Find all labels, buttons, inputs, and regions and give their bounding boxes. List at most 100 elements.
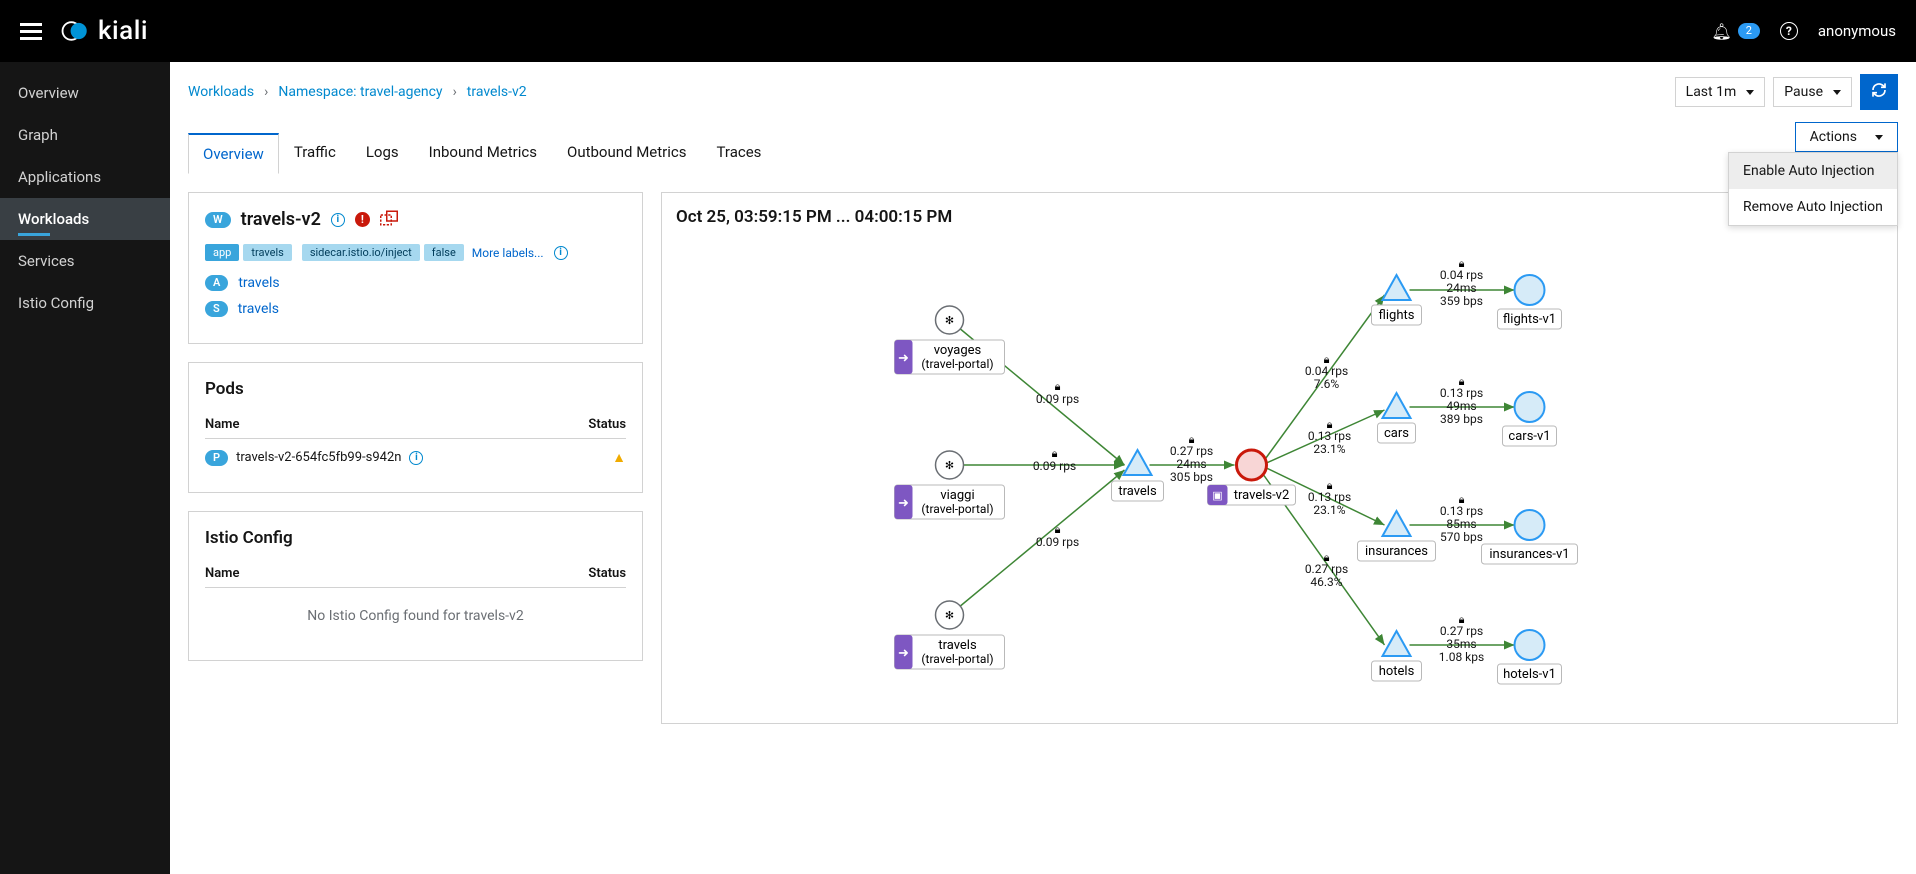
label-key: app (205, 244, 239, 261)
svg-text:(travel-portal): (travel-portal) (921, 652, 993, 666)
svg-text:flights: flights (1379, 308, 1415, 323)
istio-empty-message: No Istio Config found for travels-v2 (205, 588, 626, 644)
svg-text:travels-v2: travels-v2 (1234, 488, 1290, 503)
node-travels-service[interactable]: travels (1112, 450, 1164, 501)
action-enable-auto-injection[interactable]: Enable Auto Injection (1729, 153, 1897, 189)
edge-label: 35ms (1446, 637, 1476, 651)
refresh-icon (1871, 82, 1887, 102)
action-remove-auto-injection[interactable]: Remove Auto Injection (1729, 189, 1897, 225)
node-cars-v1-workload[interactable]: cars-v1 (1503, 392, 1557, 446)
svg-text:▣: ▣ (1212, 489, 1222, 502)
col-name: Name (205, 566, 239, 581)
sidebar-item-services[interactable]: Services (0, 240, 170, 282)
col-name: Name (205, 417, 239, 432)
chevron-down-icon (1746, 90, 1754, 95)
edge-label: 0.09 rps (1036, 392, 1079, 406)
label-value: travels (243, 244, 291, 261)
col-status: Status (588, 417, 626, 432)
mini-graph-panel: Oct 25, 03:59:15 PM ... 04:00:15 PM 🔒︎ 0… (661, 192, 1898, 724)
breadcrumb-root[interactable]: Workloads (188, 84, 254, 100)
edge-label: 0.09 rps (1033, 459, 1076, 473)
svg-text:✻: ✻ (945, 314, 954, 327)
edge-label: 0.04 rps (1305, 364, 1348, 378)
warning-icon[interactable]: ▲︎ (612, 449, 626, 466)
time-range-select[interactable]: Last 1m (1675, 77, 1766, 107)
sidebar-item-graph[interactable]: Graph (0, 114, 170, 156)
svg-text:➜: ➜ (898, 646, 909, 661)
kiali-logo-icon (60, 20, 90, 42)
edge-label: 0.27 rps (1170, 444, 1213, 458)
breadcrumb-leaf[interactable]: travels-v2 (467, 84, 527, 100)
info-icon[interactable]: i (409, 451, 423, 465)
node-flights-v1-workload[interactable]: flights-v1 (1498, 275, 1562, 329)
node-insurances-v1-workload[interactable]: insurances-v1 (1482, 510, 1578, 564)
notifications-button[interactable]: 🔔︎ 2 (1711, 22, 1760, 41)
notification-count: 2 (1738, 23, 1760, 39)
actions-button[interactable]: Actions (1795, 122, 1898, 152)
traffic-graph[interactable]: 🔒︎ 0.09 rps 🔒︎ 0.09 rps 🔒︎ 0.09 rps 🔒︎ 0… (676, 235, 1883, 705)
svg-text:✻: ✻ (945, 609, 954, 622)
graph-timespan: Oct 25, 03:59:15 PM ... 04:00:15 PM (676, 207, 1883, 227)
edge-label: 0.09 rps (1036, 535, 1079, 549)
edge-label: 305 bps (1170, 470, 1213, 484)
breadcrumb-namespace[interactable]: Namespace: travel-agency (278, 84, 442, 100)
node-travels-portal-app[interactable]: ✻ ➜ travels (travel-portal) (895, 601, 1005, 669)
info-icon[interactable]: i (331, 213, 345, 227)
edge-label: 7.6% (1314, 377, 1340, 391)
node-hotels-v1-workload[interactable]: hotels-v1 (1498, 630, 1562, 684)
svg-text:➜: ➜ (898, 496, 909, 511)
breadcrumb-row: Workloads › Namespace: travel-agency › t… (170, 62, 1916, 118)
edge-label: 49ms (1446, 399, 1476, 413)
edge-label: 389 bps (1440, 412, 1483, 426)
refresh-button[interactable] (1860, 74, 1898, 110)
service-link[interactable]: travels (238, 301, 279, 317)
svg-text:✻: ✻ (945, 459, 954, 472)
edge-label: 0.13 rps (1308, 490, 1351, 504)
pods-title: Pods (205, 379, 626, 399)
edge-label: 24ms (1446, 281, 1476, 295)
svg-text:travels: travels (1118, 484, 1157, 499)
edge-label: 570 bps (1440, 530, 1483, 544)
edge-label: 85ms (1446, 517, 1476, 531)
svg-text:hotels-v1: hotels-v1 (1503, 667, 1556, 682)
workload-name: travels-v2 (241, 209, 321, 230)
username[interactable]: anonymous (1818, 22, 1896, 40)
edge-label: 0.13 rps (1440, 504, 1483, 518)
menu-toggle-button[interactable] (20, 19, 42, 44)
more-labels-link[interactable]: More labels... (472, 246, 544, 260)
node-flights-service[interactable]: flights (1372, 275, 1422, 325)
pod-name: travels-v2-654fc5fb99-s942n (236, 450, 401, 465)
brand: kiali (60, 16, 148, 46)
sidebar-item-istio-config[interactable]: Istio Config (0, 282, 170, 324)
svg-text:cars: cars (1384, 426, 1409, 441)
svg-text:(travel-portal): (travel-portal) (921, 357, 993, 371)
help-icon[interactable]: ? (1780, 22, 1798, 40)
tab-overview[interactable]: Overview (188, 133, 279, 174)
pod-row: P travels-v2-654fc5fb99-s942n i ▲︎ (205, 439, 626, 476)
node-viaggi-app[interactable]: ✻ ➜ viaggi (travel-portal) (895, 451, 1005, 519)
missing-sidecar-icon[interactable] (380, 210, 398, 230)
sidebar-item-overview[interactable]: Overview (0, 72, 170, 114)
edge-label: 359 bps (1440, 294, 1483, 308)
brand-text: kiali (98, 16, 148, 46)
node-insurances-service[interactable]: insurances (1358, 511, 1436, 561)
alert-icon[interactable]: ! (355, 212, 370, 227)
info-icon[interactable]: i (554, 246, 568, 260)
svg-text:➜: ➜ (898, 351, 909, 366)
svg-text:flights-v1: flights-v1 (1503, 312, 1556, 327)
edge-label: 0.27 rps (1440, 624, 1483, 638)
sidebar-item-workloads[interactable]: Workloads (0, 198, 170, 240)
edge-label: 0.13 rps (1308, 429, 1351, 443)
workload-card: W travels-v2 i ! apptravels (188, 192, 643, 344)
node-cars-service[interactable]: cars (1378, 393, 1416, 443)
refresh-mode-select[interactable]: Pause (1773, 77, 1852, 107)
application-link[interactable]: travels (238, 275, 279, 291)
svg-text:insurances: insurances (1365, 544, 1428, 559)
node-travels-v2-workload[interactable]: ▣ travels-v2 (1208, 450, 1296, 505)
svg-text:(travel-portal): (travel-portal) (921, 502, 993, 516)
breadcrumb-sep: › (264, 84, 268, 100)
edge-label: 24ms (1176, 457, 1206, 471)
sidebar-item-applications[interactable]: Applications (0, 156, 170, 198)
node-voyages-app[interactable]: ✻ ➜ voyages (travel-portal) (895, 306, 1005, 374)
istio-config-card: Istio Config Name Status No Istio Config… (188, 511, 643, 661)
